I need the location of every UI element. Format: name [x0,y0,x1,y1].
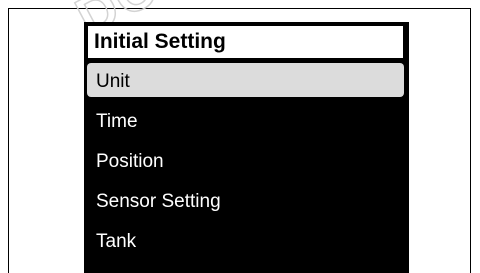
menu-item-position[interactable]: Position [87,143,404,177]
menu-item-label: Sensor Setting [96,191,221,212]
menu-item-label: Position [96,151,164,172]
menu-item-tank[interactable]: Tank [87,223,404,257]
menu-item-time[interactable]: Time [87,103,404,137]
title-bar: Initial Setting [87,25,404,59]
menu-item-label: Time [96,111,138,132]
menu-item-label: Tank [96,231,137,252]
menu-item-label: Unit [96,71,130,92]
menu-item-unit[interactable]: Unit [87,63,404,97]
device-screen: Initial Setting Unit Time Position Senso… [84,22,409,273]
screen-title: Initial Setting [94,30,226,53]
menu-item-sensor-setting[interactable]: Sensor Setting [87,183,404,217]
